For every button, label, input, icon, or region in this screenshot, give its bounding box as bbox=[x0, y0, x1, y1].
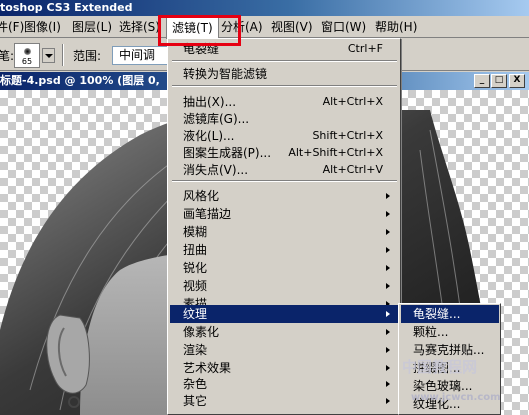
submenu-arrow-icon bbox=[386, 193, 390, 199]
menu-item-label: 模糊 bbox=[183, 225, 208, 239]
submenu-arrow-icon bbox=[386, 311, 390, 317]
menu-item-video[interactable]: 视频 bbox=[170, 277, 399, 295]
menu-item-label: 其它 bbox=[183, 394, 208, 408]
menu-item-label: 扭曲 bbox=[183, 243, 208, 257]
submenu-arrow-icon bbox=[386, 329, 390, 335]
menu-item-pixelate[interactable]: 像素化 bbox=[170, 323, 399, 341]
menu-divider bbox=[172, 85, 397, 87]
document-title: 标题-4.psd @ 100% (图层 0, bbox=[0, 74, 160, 87]
menu-item-last-filter[interactable]: 龟裂缝 Ctrl+F bbox=[170, 40, 399, 58]
menu-file[interactable]: 件(F) bbox=[0, 16, 24, 38]
menu-item-label: 纹理 bbox=[183, 307, 208, 321]
menu-filter[interactable]: 滤镜(T) bbox=[166, 17, 219, 39]
menu-item-noise[interactable]: 杂色 bbox=[170, 375, 399, 393]
filter-menu: 龟裂缝 Ctrl+F 转换为智能滤镜 抽出(X)... Alt+Ctrl+X 滤镜库… bbox=[167, 38, 401, 415]
app-title: toshop CS3 Extended bbox=[0, 1, 133, 14]
brush-tip-icon bbox=[24, 48, 31, 55]
brush-size-value: 65 bbox=[21, 57, 33, 66]
submenu-arrow-icon bbox=[386, 265, 390, 271]
menu-divider bbox=[172, 60, 397, 62]
menu-item-label: 龟裂缝 bbox=[183, 42, 220, 56]
watermark-text: 中国教程网 bbox=[402, 358, 478, 376]
menu-item-label: 杂色 bbox=[183, 377, 208, 391]
menu-item-liquify[interactable]: 液化(L)... Shift+Ctrl+X bbox=[170, 127, 399, 145]
menu-item-filter-gallery[interactable]: 滤镜库(G)... bbox=[170, 110, 399, 128]
menu-item-label: 滤镜库(G)... bbox=[183, 112, 250, 126]
watermark-url: www.jcwcn.com bbox=[411, 392, 501, 403]
maximize-button[interactable]: □ bbox=[491, 74, 507, 88]
menu-window[interactable]: 窗口(W) bbox=[321, 16, 366, 38]
menu-item-label: 风格化 bbox=[183, 189, 220, 203]
menu-item-label: 图案生成器(P)... bbox=[183, 146, 272, 160]
brush-label: 笔: bbox=[0, 49, 15, 63]
submenu-arrow-icon bbox=[386, 229, 390, 235]
submenu-arrow-icon bbox=[386, 283, 390, 289]
menu-item-blur[interactable]: 模糊 bbox=[170, 223, 399, 241]
shortcut-label: Ctrl+F bbox=[347, 42, 383, 55]
menu-view[interactable]: 视图(V) bbox=[271, 16, 313, 38]
menu-item-label: 锐化 bbox=[183, 261, 208, 275]
menu-help[interactable]: 帮助(H) bbox=[375, 16, 417, 38]
submenu-arrow-icon bbox=[386, 365, 390, 371]
submenu-item-craquelure[interactable]: 龟裂缝... bbox=[401, 305, 499, 323]
menu-item-label: 转换为智能滤镜 bbox=[183, 67, 268, 81]
brush-preset-picker[interactable]: 65 bbox=[14, 43, 40, 68]
close-button[interactable]: X bbox=[509, 74, 525, 88]
menu-divider bbox=[172, 180, 397, 182]
menu-item-vanishing-point[interactable]: 消失点(V)... Alt+Ctrl+V bbox=[170, 161, 399, 179]
range-label: 范围: bbox=[73, 49, 102, 63]
menu-analysis[interactable]: 分析(A) bbox=[221, 16, 263, 38]
menu-item-extract[interactable]: 抽出(X)... Alt+Ctrl+X bbox=[170, 93, 399, 111]
menu-item-label: 消失点(V)... bbox=[183, 163, 249, 177]
menu-layer[interactable]: 图层(L) bbox=[72, 16, 112, 38]
submenu-arrow-icon bbox=[386, 347, 390, 353]
menu-image[interactable]: 图像(I) bbox=[24, 16, 61, 38]
menu-item-other[interactable]: 其它 bbox=[170, 392, 399, 410]
chevron-down-icon bbox=[45, 54, 53, 58]
menu-item-label: 像素化 bbox=[183, 325, 220, 339]
submenu-arrow-icon bbox=[386, 247, 390, 253]
menu-item-texture[interactable]: 纹理 bbox=[170, 305, 399, 323]
menu-item-label: 画笔描边 bbox=[183, 207, 232, 221]
submenu-arrow-icon bbox=[386, 398, 390, 404]
shortcut-label: Shift+Ctrl+X bbox=[312, 129, 383, 142]
brush-dropdown-button[interactable] bbox=[42, 48, 55, 63]
menu-item-brush-strokes[interactable]: 画笔描边 bbox=[170, 205, 399, 223]
submenu-arrow-icon bbox=[386, 211, 390, 217]
menu-bar: 件(F) 图像(I) 图层(L) 选择(S) 滤镜(T) 分析(A) 视图(V)… bbox=[0, 16, 529, 39]
menu-item-convert-smart-filter[interactable]: 转换为智能滤镜 bbox=[170, 65, 399, 83]
menu-item-pattern-maker[interactable]: 图案生成器(P)... Alt+Shift+Ctrl+X bbox=[170, 144, 399, 162]
menu-item-label: 视频 bbox=[183, 279, 208, 293]
menu-select[interactable]: 选择(S) bbox=[119, 16, 160, 38]
app-title-bar: toshop CS3 Extended bbox=[0, 0, 529, 16]
submenu-arrow-icon bbox=[386, 381, 390, 387]
options-divider bbox=[62, 44, 64, 66]
menu-item-label: 液化(L)... bbox=[183, 129, 235, 143]
shortcut-label: Alt+Ctrl+X bbox=[322, 95, 383, 108]
shortcut-label: Alt+Shift+Ctrl+X bbox=[288, 146, 383, 159]
menu-item-label: 艺术效果 bbox=[183, 361, 232, 375]
menu-item-sharpen[interactable]: 锐化 bbox=[170, 259, 399, 277]
minimize-button[interactable]: _ bbox=[474, 74, 490, 88]
menu-item-stylize[interactable]: 风格化 bbox=[170, 187, 399, 205]
menu-item-render[interactable]: 渲染 bbox=[170, 341, 399, 359]
submenu-item-grain[interactable]: 颗粒... bbox=[401, 323, 499, 341]
menu-item-label: 渲染 bbox=[183, 343, 208, 357]
menu-item-distort[interactable]: 扭曲 bbox=[170, 241, 399, 259]
menu-item-label: 抽出(X)... bbox=[183, 95, 237, 109]
range-select[interactable]: 中间调 bbox=[112, 46, 168, 65]
shortcut-label: Alt+Ctrl+V bbox=[322, 163, 383, 176]
